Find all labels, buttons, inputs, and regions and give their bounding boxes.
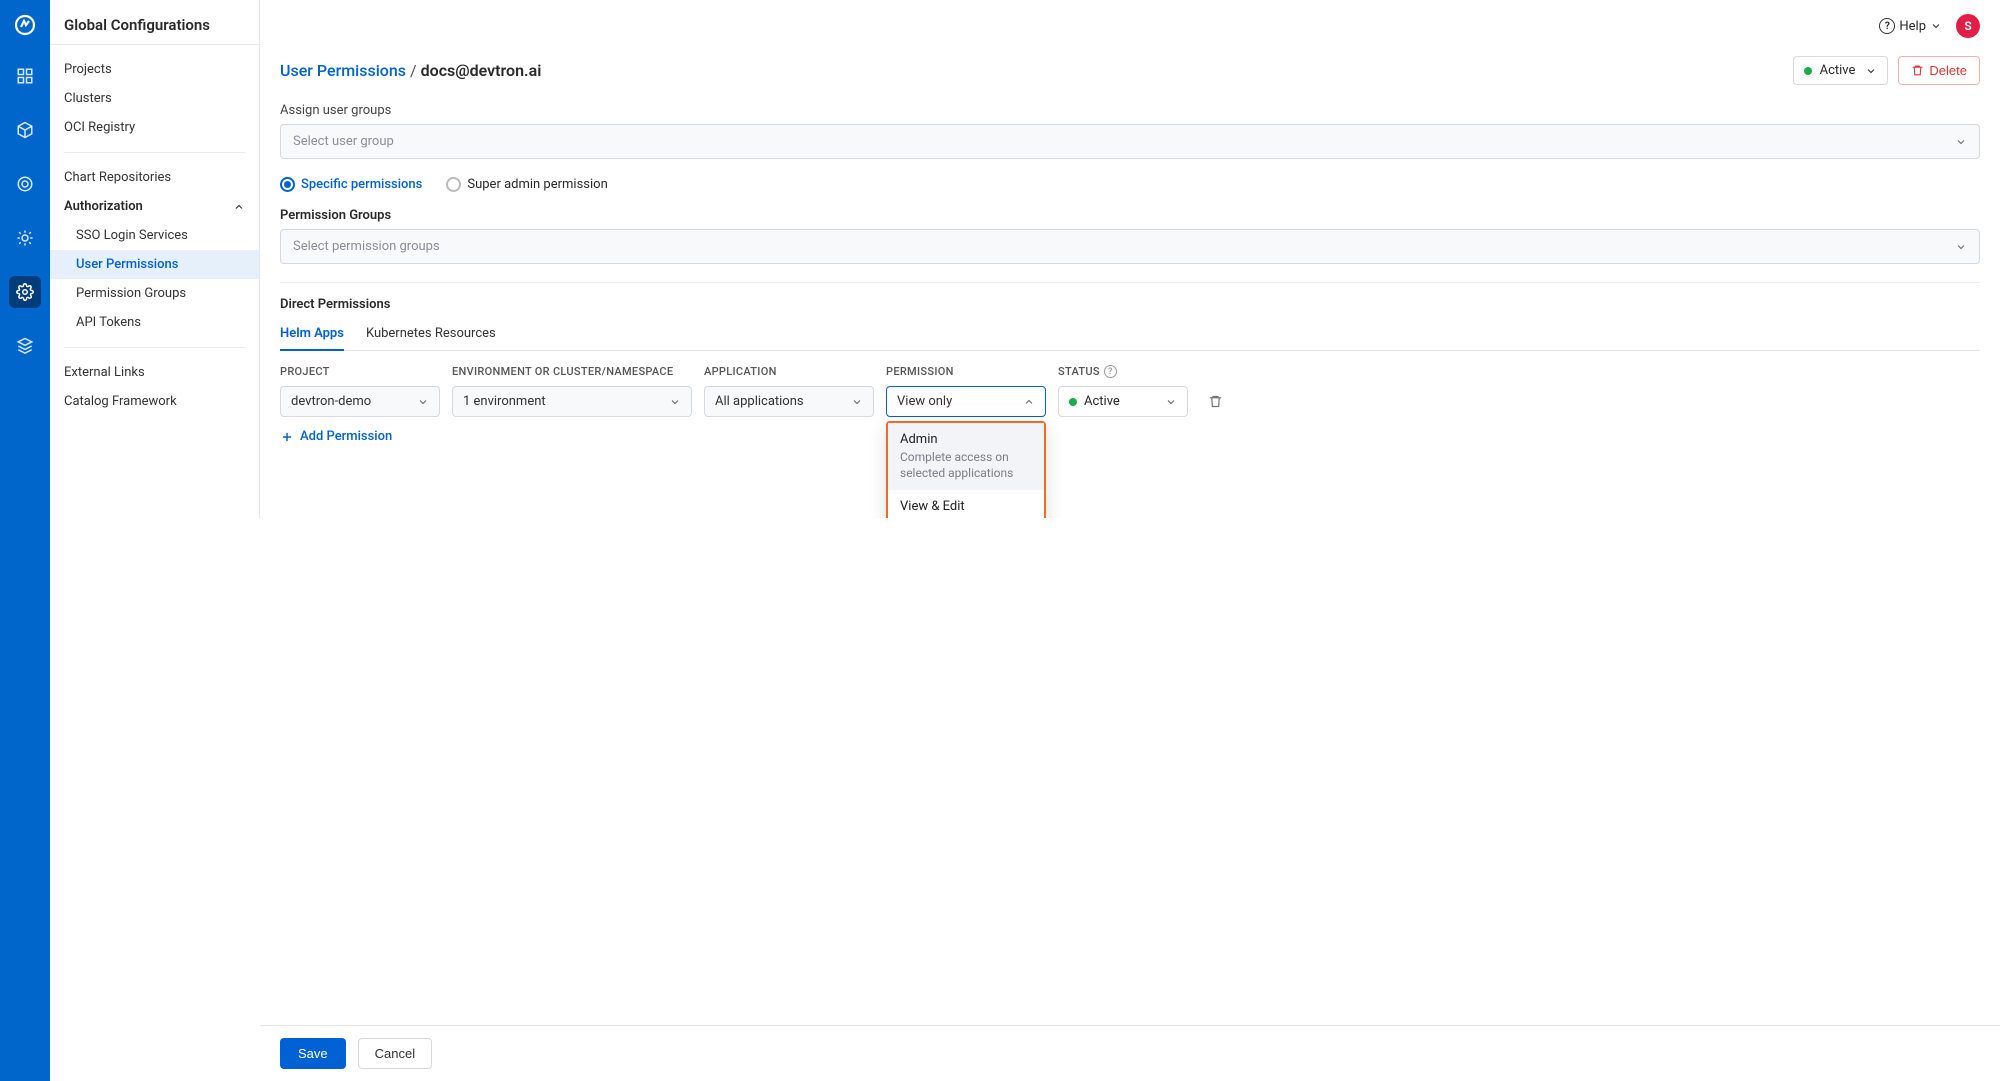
permission-dropdown: Admin Complete access on selected applic… bbox=[886, 421, 1046, 518]
status-dot-icon bbox=[1069, 398, 1077, 406]
sidebar-title: Global Configurations bbox=[64, 16, 245, 34]
user-status-select[interactable]: Active bbox=[1793, 56, 1889, 85]
delete-row-button[interactable] bbox=[1200, 394, 1230, 409]
sidebar: Global Configurations Projects Clusters … bbox=[50, 0, 260, 518]
radio-super-admin[interactable]: Super admin permission bbox=[446, 177, 607, 192]
radio-icon bbox=[280, 177, 295, 192]
trash-icon bbox=[1911, 64, 1924, 77]
chevron-down-icon bbox=[1865, 65, 1877, 77]
divider bbox=[280, 282, 1980, 283]
sidebar-item-catalog-framework[interactable]: Catalog Framework bbox=[50, 387, 259, 416]
main-area: ? Help S User Permissions / docs@devtron… bbox=[260, 0, 2000, 518]
trash-icon bbox=[1208, 394, 1223, 409]
col-permission: PERMISSION bbox=[886, 365, 1046, 378]
info-icon[interactable]: ? bbox=[1104, 365, 1117, 378]
permission-groups-select[interactable]: Select permission groups bbox=[280, 229, 1980, 264]
chevron-down-icon bbox=[851, 396, 863, 408]
assign-groups-select[interactable]: Select user group bbox=[280, 124, 1980, 159]
option-desc: Can also edit resource manifests of sele… bbox=[900, 516, 1032, 517]
radio-label: Specific permissions bbox=[301, 177, 422, 192]
breadcrumb-parent[interactable]: User Permissions bbox=[280, 61, 406, 80]
avatar[interactable]: S bbox=[1956, 14, 1980, 38]
sidebar-item-external-links[interactable]: External Links bbox=[50, 358, 259, 387]
sidebar-divider bbox=[64, 152, 245, 153]
col-status: STATUS ? bbox=[1058, 365, 1188, 378]
sidebar-item-sso[interactable]: SSO Login Services bbox=[50, 221, 259, 250]
environment-select[interactable]: 1 environment bbox=[452, 386, 692, 417]
radio-specific-permissions[interactable]: Specific permissions bbox=[280, 177, 422, 192]
sidebar-item-permission-groups[interactable]: Permission Groups bbox=[50, 279, 259, 308]
rail-stack-icon[interactable] bbox=[9, 330, 41, 362]
rail-apps-icon[interactable] bbox=[9, 60, 41, 92]
add-permission-label: Add Permission bbox=[300, 429, 392, 444]
plus-icon bbox=[280, 430, 294, 444]
breadcrumb: User Permissions / docs@devtron.ai bbox=[280, 61, 541, 80]
add-permission-button[interactable]: Add Permission bbox=[280, 429, 392, 444]
sidebar-group-authorization[interactable]: Authorization bbox=[50, 192, 259, 221]
col-application: APPLICATION bbox=[704, 365, 874, 378]
breadcrumb-separator: / bbox=[410, 61, 417, 80]
direct-permissions-title: Direct Permissions bbox=[280, 297, 1980, 312]
option-title: View & Edit bbox=[900, 499, 1032, 514]
chevron-down-icon bbox=[1955, 136, 1967, 148]
chevron-up-icon bbox=[233, 201, 245, 213]
row-status-select[interactable]: Active bbox=[1058, 386, 1188, 417]
permission-select[interactable]: View only bbox=[886, 386, 1046, 417]
nav-rail bbox=[0, 0, 50, 1081]
radio-icon bbox=[446, 177, 461, 192]
sidebar-item-chart-repos[interactable]: Chart Repositories bbox=[50, 163, 259, 192]
option-desc: Complete access on selected applications bbox=[900, 449, 1032, 481]
tab-kubernetes-resources[interactable]: Kubernetes Resources bbox=[366, 318, 496, 350]
chevron-down-icon bbox=[417, 396, 429, 408]
chevron-up-icon bbox=[1023, 396, 1035, 408]
permission-groups-placeholder: Select permission groups bbox=[293, 239, 440, 254]
environment-value: 1 environment bbox=[463, 394, 546, 409]
save-button[interactable]: Save bbox=[280, 1038, 346, 1069]
sidebar-group-label: Authorization bbox=[64, 199, 143, 214]
dropdown-option-admin[interactable]: Admin Complete access on selected applic… bbox=[888, 423, 1044, 490]
dropdown-option-view-edit[interactable]: View & Edit Can also edit resource manif… bbox=[888, 490, 1044, 517]
option-title: Admin bbox=[900, 432, 1032, 447]
application-value: All applications bbox=[715, 394, 804, 409]
footer-bar: Save Cancel bbox=[260, 1025, 2000, 1081]
col-environment: ENVIRONMENT OR CLUSTER/NAMESPACE bbox=[452, 365, 692, 378]
chevron-down-icon bbox=[669, 396, 681, 408]
status-label: Active bbox=[1820, 63, 1856, 78]
sidebar-item-projects[interactable]: Projects bbox=[50, 55, 259, 84]
sidebar-item-clusters[interactable]: Clusters bbox=[50, 84, 259, 113]
assign-groups-label: Assign user groups bbox=[280, 103, 1980, 118]
logo-icon bbox=[12, 12, 38, 38]
cancel-button[interactable]: Cancel bbox=[358, 1038, 432, 1069]
delete-label: Delete bbox=[1929, 63, 1967, 78]
rail-settings-icon[interactable] bbox=[9, 276, 41, 308]
rail-gear-sun-icon[interactable] bbox=[9, 222, 41, 254]
rail-target-icon[interactable] bbox=[9, 168, 41, 200]
chevron-down-icon bbox=[1165, 396, 1177, 408]
breadcrumb-current: docs@devtron.ai bbox=[421, 61, 542, 80]
tab-helm-apps[interactable]: Helm Apps bbox=[280, 318, 344, 351]
sidebar-item-oci-registry[interactable]: OCI Registry bbox=[50, 113, 259, 142]
permission-value: View only bbox=[897, 394, 952, 409]
application-select[interactable]: All applications bbox=[704, 386, 874, 417]
delete-button[interactable]: Delete bbox=[1898, 56, 1980, 85]
radio-label: Super admin permission bbox=[467, 177, 607, 192]
project-value: devtron-demo bbox=[291, 394, 371, 409]
help-icon: ? bbox=[1879, 18, 1895, 34]
sidebar-item-api-tokens[interactable]: API Tokens bbox=[50, 308, 259, 337]
chevron-down-icon bbox=[1955, 241, 1967, 253]
status-dot-icon bbox=[1804, 67, 1812, 75]
sidebar-item-user-permissions[interactable]: User Permissions bbox=[50, 250, 259, 279]
help-label: Help bbox=[1899, 19, 1926, 34]
project-select[interactable]: devtron-demo bbox=[280, 386, 440, 417]
permission-groups-label: Permission Groups bbox=[280, 208, 1980, 223]
help-button[interactable]: ? Help bbox=[1879, 18, 1942, 34]
sidebar-divider bbox=[64, 347, 245, 348]
chevron-down-icon bbox=[1930, 20, 1942, 32]
assign-groups-placeholder: Select user group bbox=[293, 134, 394, 149]
row-status-value: Active bbox=[1084, 394, 1120, 409]
col-project: PROJECT bbox=[280, 365, 440, 378]
rail-cube-icon[interactable] bbox=[9, 114, 41, 146]
